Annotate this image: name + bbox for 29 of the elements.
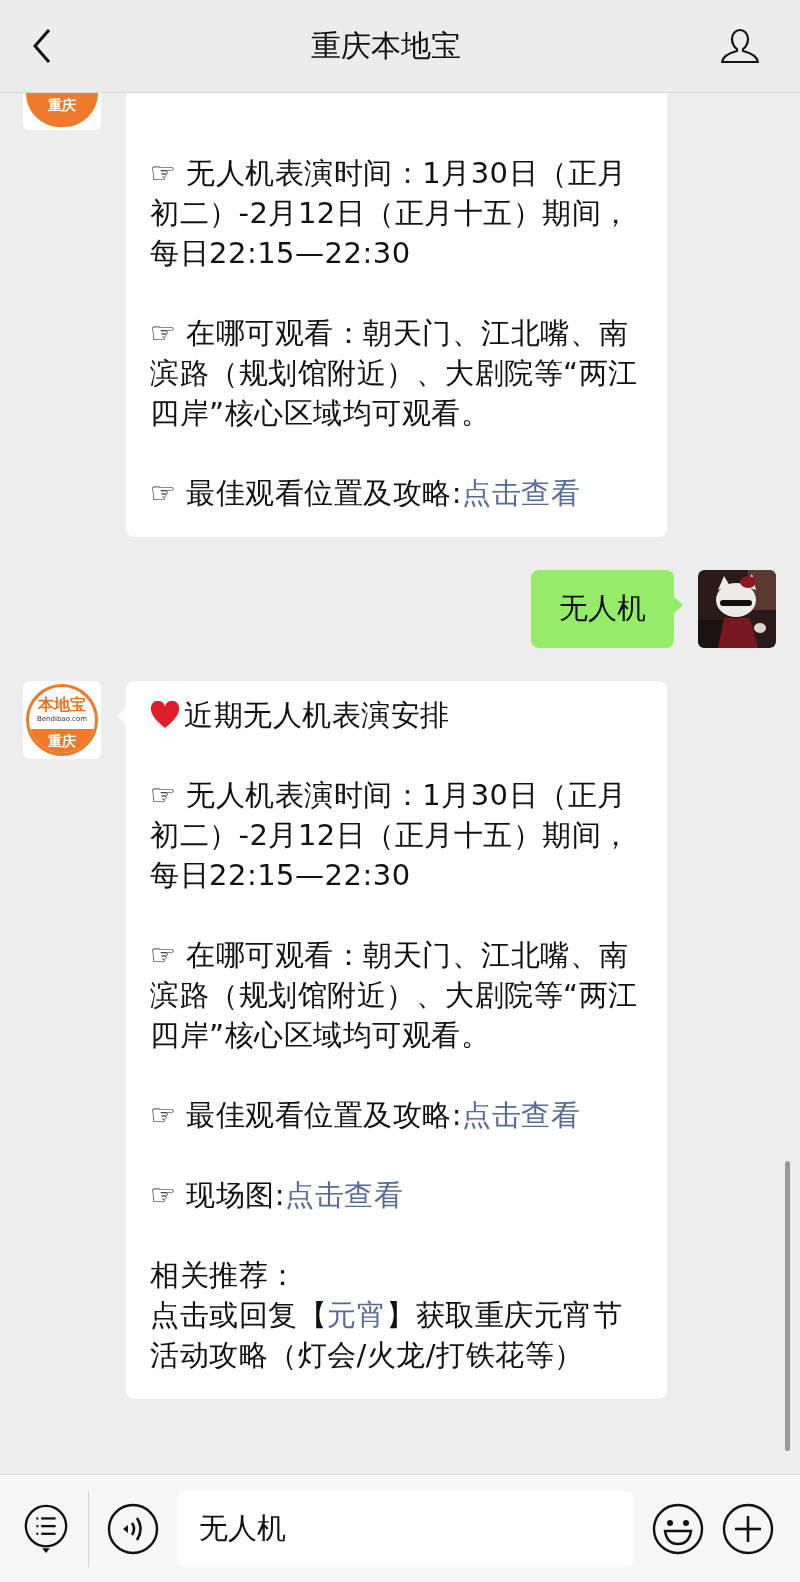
voice-icon[interactable] (107, 1502, 159, 1555)
message-title: 近期无人机表演安排 (184, 697, 450, 734)
link[interactable]: 点击查看 (462, 476, 580, 510)
smiley-icon[interactable] (652, 1502, 704, 1555)
message-text: 无人机 (559, 590, 646, 627)
message-text: ☞ 在哪可观看：朝天门、江北嘴、南滨路（规划馆附近）、大剧院等“两江四岸”核心区域均可观看。 (150, 315, 639, 432)
message-input[interactable]: 无人机 (177, 1490, 634, 1567)
logo-text: 重庆 (29, 729, 95, 753)
logo-text: 本地宝 (38, 696, 86, 714)
message-text: 相关推荐： (150, 1257, 299, 1294)
scrollbar[interactable] (785, 1161, 790, 1451)
logo-text: 重庆 (48, 96, 76, 115)
avatar-logo[interactable]: 重庆 (23, 93, 101, 130)
message-text: ☞ 无人机表演时间：1月30日（正月初二）-2月12日（正月十五）期间，每日22:15—22:30 (150, 155, 632, 272)
chat-title: 重庆本地宝 (311, 26, 461, 65)
link[interactable]: 点击查看 (462, 1098, 580, 1132)
message-text: ☞ 在哪可观看：朝天门、江北嘴、南滨路（规划馆附近）、大剧院等“两江四岸”核心区域均可观看。 (150, 937, 639, 1054)
plus-icon[interactable] (722, 1502, 774, 1555)
heart-icon (150, 701, 180, 729)
back-icon[interactable] (32, 28, 52, 64)
link[interactable]: 点击查看 (285, 1178, 403, 1212)
message-text: ☞ 无人机表演时间：1月30日（正月初二）-2月12日（正月十五）期间，每日22:15—22:30 (150, 777, 632, 894)
message-text: ☞ 最佳观看位置及攻略:点击查看 (150, 475, 581, 512)
menu-icon[interactable] (22, 1502, 70, 1555)
message-text: ☞ 现场图:点击查看 (150, 1177, 404, 1214)
message-text: ☞ 最佳观看位置及攻略:点击查看 (150, 1097, 581, 1134)
link[interactable]: 元宵 (327, 1298, 386, 1332)
person-icon[interactable] (720, 28, 760, 64)
message-text: 点击或回复【元宵】获取重庆元宵节活动攻略（灯会/火龙/打铁花等） (150, 1297, 623, 1374)
